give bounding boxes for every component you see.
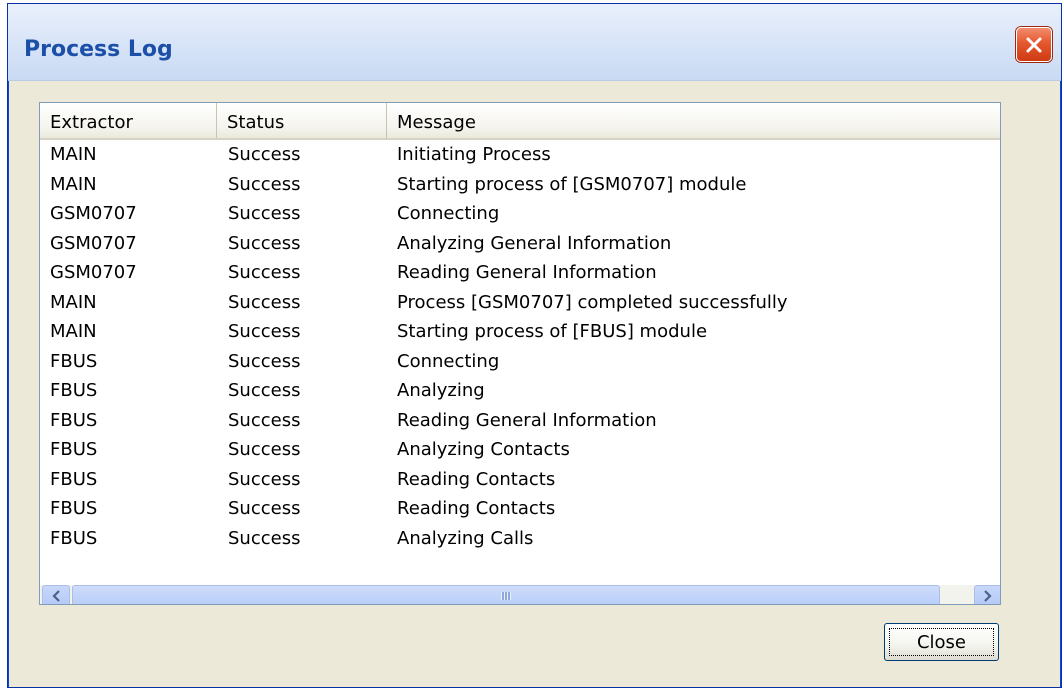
status-cell: Success (228, 291, 301, 313)
window-close-button[interactable] (1016, 27, 1052, 62)
scroll-left-button[interactable] (42, 585, 70, 604)
horizontal-scroll-thumb[interactable] (72, 585, 940, 604)
status-cell: Success (228, 144, 301, 165)
extractor-cell: FBUS (50, 468, 98, 490)
extractor-cell: FBUS (50, 350, 98, 372)
extractor-cell: FBUS (50, 439, 98, 460)
extractor-cell: MAIN (50, 321, 97, 342)
message-cell: Starting process of [FBUS] module (397, 321, 708, 342)
message-cell: Process [GSM0707] completed successfully (397, 291, 788, 313)
table-row[interactable]: GSM0707 Success Connecting (40, 199, 1000, 229)
table-row[interactable]: FBUS Success Reading Contacts (40, 494, 1000, 524)
status-cell: Success (228, 350, 301, 372)
extractor-cell: FBUS (50, 498, 98, 519)
table-row[interactable]: MAIN Success Initiating Process (40, 140, 1000, 170)
message-cell: Reading General Information (397, 409, 657, 431)
extractor-cell: GSM0707 (50, 232, 137, 254)
message-cell: Connecting (397, 203, 500, 224)
status-cell: Success (228, 380, 301, 401)
message-cell: Reading Contacts (397, 498, 556, 519)
message-cell: Analyzing (397, 380, 485, 401)
list-header: Extractor Status Message (40, 103, 1000, 140)
table-row[interactable]: MAIN Success Starting process of [GSM0707]… (40, 170, 1000, 200)
process-log-list[interactable]: Extractor Status Message MAIN Success Init… (39, 102, 1001, 605)
table-row[interactable]: GSM0707 Success Analyzing General Informat… (40, 229, 1000, 259)
message-cell: Analyzing Calls (397, 527, 534, 549)
message-cell: Connecting (397, 350, 500, 372)
chevron-right-icon (984, 590, 992, 602)
close-icon (1026, 37, 1042, 52)
table-row[interactable]: FBUS Success Analyzing (40, 376, 1000, 406)
extractor-cell: FBUS (50, 409, 98, 431)
chevron-left-icon (52, 590, 60, 602)
message-cell: Initiating Process (397, 144, 551, 165)
column-header-message[interactable]: Message (387, 103, 1000, 138)
dialog-client-area: Extractor Status Message MAIN Success Init… (9, 81, 1060, 687)
window-title: Process Log (24, 37, 173, 62)
process-log-window: Process Log Extractor Status Message MAI… (7, 3, 1062, 688)
table-row[interactable]: MAIN Success Process [GSM0707] completed s… (40, 288, 1000, 318)
message-cell: Starting process of [GSM0707] module (397, 173, 747, 195)
list-rows: MAIN Success Initiating Process MAIN Succes… (40, 140, 1000, 554)
status-cell: Success (228, 203, 301, 224)
table-row[interactable]: MAIN Success Starting process of [FBUS] mo… (40, 317, 1000, 347)
table-row[interactable]: FBUS Success Analyzing Contacts (40, 435, 1000, 465)
focus-rectangle (889, 628, 994, 656)
extractor-cell: MAIN (50, 291, 97, 313)
column-header-status[interactable]: Status (217, 103, 387, 138)
scroll-right-button[interactable] (974, 585, 1000, 604)
message-cell: Reading Contacts (397, 468, 556, 490)
column-header-extractor[interactable]: Extractor (40, 103, 217, 138)
table-row[interactable]: FBUS Success Reading General Information (40, 406, 1000, 436)
message-cell: Analyzing Contacts (397, 439, 570, 460)
extractor-cell: FBUS (50, 380, 98, 401)
status-cell: Success (228, 498, 301, 519)
title-bar[interactable]: Process Log (8, 4, 1061, 81)
extractor-cell: MAIN (50, 173, 97, 195)
status-cell: Success (228, 409, 301, 431)
extractor-cell: GSM0707 (50, 203, 137, 224)
extractor-cell: MAIN (50, 144, 97, 165)
status-cell: Success (228, 173, 301, 195)
status-cell: Success (228, 439, 301, 460)
message-cell: Reading General Information (397, 262, 657, 283)
extractor-cell: GSM0707 (50, 262, 137, 283)
extractor-cell: FBUS (50, 527, 98, 549)
close-button[interactable]: Close (884, 623, 999, 661)
status-cell: Success (228, 468, 301, 490)
horizontal-scrollbar[interactable] (40, 585, 1000, 604)
table-row[interactable]: FBUS Success Reading Contacts (40, 465, 1000, 495)
status-cell: Success (228, 262, 301, 283)
table-row[interactable]: GSM0707 Success Reading General Informatio… (40, 258, 1000, 288)
table-row[interactable]: FBUS Success Connecting (40, 347, 1000, 377)
table-row[interactable]: FBUS Success Analyzing Calls (40, 524, 1000, 554)
status-cell: Success (228, 321, 301, 342)
status-cell: Success (228, 527, 301, 549)
message-cell: Analyzing General Information (397, 232, 672, 254)
status-cell: Success (228, 232, 301, 254)
